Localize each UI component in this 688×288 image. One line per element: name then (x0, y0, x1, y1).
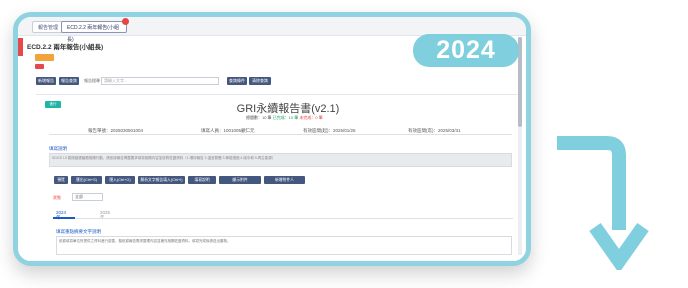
preview-button[interactable]: 預覽 (54, 176, 68, 184)
search-label: 報告搜尋 (84, 78, 100, 83)
status-badge (35, 54, 54, 61)
year-badge: 2024 (413, 34, 519, 67)
query-report-button[interactable]: 報告查詢 (59, 77, 79, 85)
status-select[interactable]: 全部 (72, 193, 103, 201)
search-input[interactable]: 請輸入文字... (101, 77, 219, 85)
down-arrow-icon (557, 136, 649, 270)
instructions-button[interactable]: 填寫說明 (188, 176, 216, 184)
tab-2025[interactable]: 2025年 (100, 210, 110, 221)
add-attachment-button[interactable]: 新增附件人 (264, 176, 305, 184)
report-title: GRI永續報告書(v2.1) (236, 103, 340, 115)
export-button[interactable]: 匯出(Ctrl+S) (71, 176, 102, 184)
notes-label: 填寫說明 (49, 146, 67, 151)
device-frame: 報告管理 ECD.2.2 兩年報告(小組長) ECD.2.2 兩年報告(小組長)… (13, 12, 531, 266)
summary-textarea[interactable]: 依據填寫單位所提供之資料進行彙整，擬依據報告需求整理內容並補充相關佐證資料。填寫… (56, 236, 512, 255)
tab-ecd-report[interactable]: ECD.2.2 兩年報告(小組長) (61, 21, 127, 43)
notes-box: SDGS 13 氣候變遷議題相關行動，請依據報告揭露要求填寫相關內容並檢附佐證資… (49, 153, 512, 167)
divider (49, 134, 512, 135)
slide-stage: 報告管理 ECD.2.2 兩年報告(小組長) ECD.2.2 兩年報告(小組長)… (0, 0, 688, 288)
total-count: 總題數：10 筆 (246, 115, 272, 120)
completed-count: 已完成：10 筆 (272, 115, 299, 120)
filter-button[interactable]: 查詢條件 (227, 77, 247, 85)
clear-filter-button[interactable]: 清除查詢 (249, 77, 271, 85)
show-attachments-button[interactable]: 顯示附件 (219, 176, 261, 184)
status-select-label: 狀態 (53, 195, 61, 200)
import-button[interactable]: 匯入(Ctrl+O) (105, 176, 135, 184)
sidebar-toggle[interactable] (18, 38, 23, 56)
alert-badge (35, 64, 44, 69)
page-title: ECD.2.2 兩年報告(小組長) (27, 44, 104, 51)
add-report-button[interactable]: 新增報告 (36, 77, 56, 85)
tab-2024[interactable]: 2024年 (56, 210, 66, 221)
tab-divider (53, 218, 513, 219)
parse-import-button[interactable]: 解析文字報告填入(Ctrl+I) (138, 176, 185, 184)
app-screen: 報告管理 ECD.2.2 兩年報告(小組長) ECD.2.2 兩年報告(小組長)… (18, 17, 526, 261)
pending-count: 未完成：0 筆 (299, 115, 323, 120)
report-stats: 總題數：10 筆 已完成：10 筆 未完成：0 筆 (246, 115, 323, 121)
active-tab-indicator (53, 217, 75, 219)
close-tab-icon[interactable] (122, 18, 129, 25)
summary-label: 填寫重點摘要文字說明 (56, 229, 101, 234)
status-tag: 進行 (45, 101, 61, 108)
